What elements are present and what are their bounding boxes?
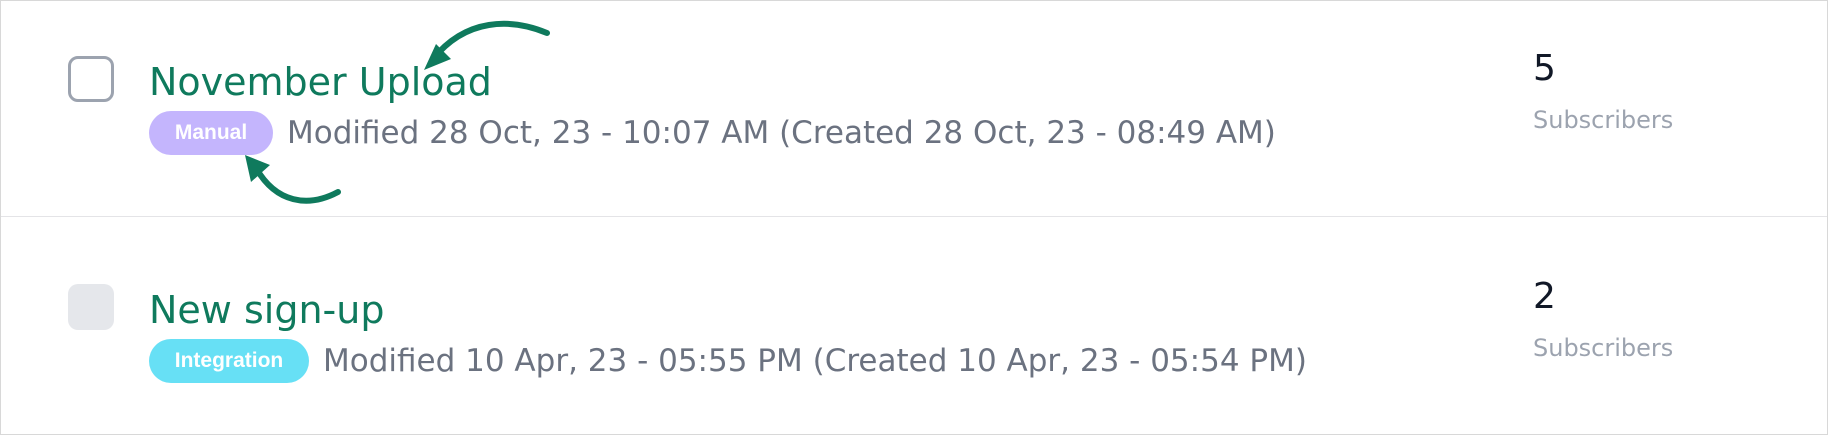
row-checkbox-disabled: [68, 284, 114, 330]
subscriber-lists-panel: November Upload Manual Modified 28 Oct, …: [0, 0, 1828, 435]
subscriber-count: 2: [1533, 276, 1556, 317]
modified-created-text: Modified 10 Apr, 23 - 05:55 PM (Created …: [323, 343, 1307, 379]
source-badge-integration: Integration: [149, 339, 309, 383]
curved-arrow-icon: [424, 20, 550, 70]
subscriber-count: 5: [1533, 48, 1556, 89]
row-checkbox[interactable]: [68, 56, 114, 102]
list-meta: Manual Modified 28 Oct, 23 - 10:07 AM (C…: [149, 111, 1276, 155]
subscriber-count-label: Subscribers: [1533, 106, 1674, 134]
modified-created-text: Modified 28 Oct, 23 - 10:07 AM (Created …: [287, 115, 1276, 151]
subscriber-count-label: Subscribers: [1533, 334, 1674, 362]
list-row-new-sign-up[interactable]: New sign-up Integration Modified 10 Apr,…: [1, 217, 1827, 432]
list-meta: Integration Modified 10 Apr, 23 - 05:55 …: [149, 339, 1307, 383]
curved-arrow-icon: [245, 155, 341, 204]
list-title[interactable]: New sign-up: [149, 287, 384, 333]
source-badge-manual: Manual: [149, 111, 273, 155]
list-row-november-upload[interactable]: November Upload Manual Modified 28 Oct, …: [1, 1, 1827, 216]
